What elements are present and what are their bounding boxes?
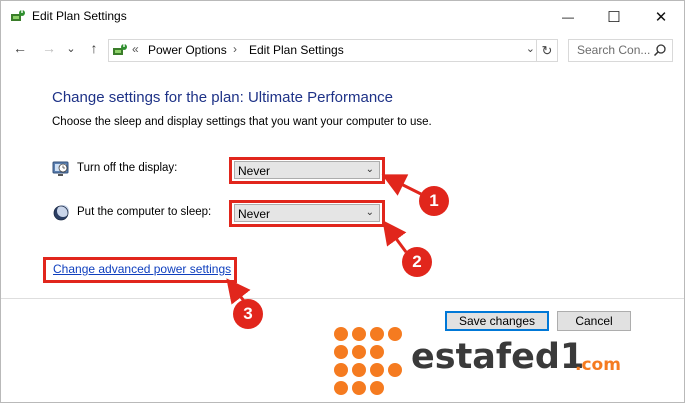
watermark-logo-icon [334,327,402,395]
annotation-badge-1: 1 [419,186,449,216]
annotation-badge-3: 3 [233,299,263,329]
annotation-badge-2: 2 [402,247,432,277]
edit-plan-settings-window: Edit Plan Settings — ☐ ✕ ← → ⌄ ↑ « Power… [0,0,685,403]
arrow-3 [226,278,251,305]
arrow-1 [381,174,422,196]
watermark-suffix: .com [575,355,621,375]
arrow-2 [382,220,408,253]
watermark-text: estafed1 [411,337,585,377]
